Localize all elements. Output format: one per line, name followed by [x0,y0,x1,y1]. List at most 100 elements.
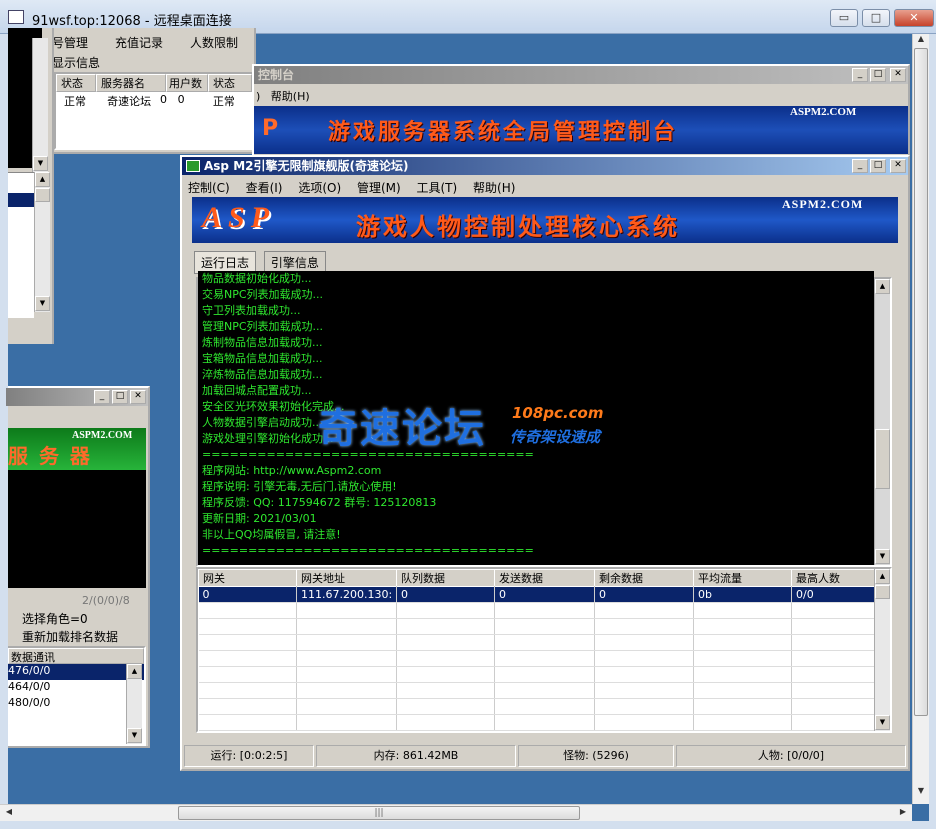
menu-help[interactable]: 帮助(H) [473,181,515,195]
selected-list-item[interactable] [8,193,34,207]
menu-manage[interactable]: 管理(M) [357,181,401,195]
scroll-down-arrow-icon[interactable]: ▼ [875,549,890,564]
show-info-label[interactable]: 显示信息 [52,54,100,71]
table-row[interactable]: 正常 奇速论坛 0 0 正常 [56,93,252,109]
brand-text: ASPM2.COM [790,106,857,118]
app-icon [186,160,200,172]
menu-control[interactable]: 控制(C) [188,181,230,195]
table-cell [396,618,495,635]
table-cell [791,698,875,715]
left-strip-scrollbar[interactable]: ▲ ▼ [34,172,50,312]
list-item[interactable]: 464/0/0 [8,680,144,696]
menu-item[interactable]: 人数限制 [190,34,238,51]
list-item[interactable]: 480/0/0 [8,696,144,712]
table-cell [693,618,792,635]
scroll-down-arrow-icon[interactable]: ▼ [914,786,928,795]
table-row[interactable] [198,618,875,635]
rdp-bottom-border [0,821,936,829]
comm-list[interactable]: 数据通讯 476/0/0 464/0/0 480/0/0 ▲ ▼ [8,646,146,746]
rdp-horizontal-scrollbar[interactable]: ◀ ||| ▶ [0,804,912,821]
table-row[interactable]: 0 111.67.200.130: 0 0 0 0b 0/0 [198,586,875,603]
left-list[interactable] [8,172,34,318]
table-cell [791,714,875,731]
menu-item[interactable]: 帮助(H) [271,90,310,103]
menu-item[interactable]: 充值记录 [115,34,163,51]
menu-view[interactable]: 查看(I) [246,181,283,195]
menu-tools[interactable]: 工具(T) [417,181,458,195]
table-row[interactable] [198,714,875,731]
scroll-up-arrow-icon[interactable]: ▲ [35,172,50,187]
table-row[interactable] [198,698,875,715]
column-header[interactable]: 最高人数 [791,569,875,587]
column-header[interactable]: 状态 [56,74,96,92]
scroll-down-arrow-icon[interactable]: ▼ [875,715,890,730]
scroll-thumb[interactable] [35,188,50,202]
column-header[interactable]: 队列数据 [396,569,495,587]
rdp-minimize-button[interactable]: ▭ [830,9,858,27]
menu-options[interactable]: 选项(O) [298,181,341,195]
column-header[interactable]: 网关 [198,569,297,587]
close-button[interactable]: ✕ [890,68,906,82]
column-header[interactable]: 数据通讯 [8,648,144,664]
table-cell [198,698,297,715]
minimize-button[interactable]: _ [852,159,868,173]
table-cell [494,618,595,635]
column-header[interactable]: 网关地址 [296,569,397,587]
console-title: 控制台 [258,68,295,82]
minimize-button[interactable]: _ [852,68,868,82]
scroll-down-arrow-icon[interactable]: ▼ [127,728,142,743]
list-item[interactable]: 476/0/0 [8,664,144,680]
log-line: 物品数据初始化成功... [202,272,312,285]
scroll-up-arrow-icon[interactable]: ▲ [875,279,890,294]
table-row[interactable] [198,666,875,683]
scroll-left-arrow-icon[interactable]: ◀ [2,807,16,816]
scroll-down-arrow-icon[interactable]: ▼ [33,156,48,171]
column-header[interactable]: 发送数据 [494,569,595,587]
maximize-button[interactable]: □ [870,159,886,173]
column-header[interactable]: 服务器名 [96,74,166,92]
table-cell [396,634,495,651]
table-cell [494,698,595,715]
table-cell [791,682,875,699]
column-header[interactable]: 平均流量 [693,569,792,587]
menu-item[interactable]: 号管理 [52,34,88,51]
scroll-down-arrow-icon[interactable]: ▼ [35,296,50,311]
scroll-thumb[interactable] [875,429,890,489]
scroll-up-arrow-icon[interactable]: ▲ [875,569,890,584]
server-list[interactable]: 状态 服务器名 用户数 状态 正常 奇速论坛 0 0 正常 [54,72,254,150]
scroll-right-arrow-icon[interactable]: ▶ [896,807,910,816]
rdp-vertical-scrollbar[interactable]: ▲ ▼ [912,34,929,804]
column-header[interactable]: 用户数 [166,74,208,92]
log-line: ==================================== [202,544,534,555]
cell: 正常 [212,95,235,108]
left-strip-top-scrollbar[interactable]: ▼ [32,38,48,172]
table-row[interactable] [198,650,875,667]
rdp-vertical-scroll-thumb[interactable] [914,48,928,716]
column-header[interactable]: 状态 [208,74,252,92]
maximize-button[interactable]: □ [112,390,128,404]
gateway-table-panel[interactable]: 网关 网关地址 队列数据 发送数据 剩余数据 平均流量 最高人数 0 111.67.200.1… [196,567,892,733]
rdp-horizontal-scroll-thumb[interactable]: ||| [178,806,580,820]
maximize-button[interactable]: □ [870,68,886,82]
close-button[interactable]: ✕ [130,390,146,404]
minimize-button[interactable]: _ [94,390,110,404]
table-row[interactable] [198,682,875,699]
log-line: 管理NPC列表加载成功... [202,320,324,333]
rdp-close-button[interactable]: ✕ [894,9,934,27]
scroll-thumb[interactable] [875,585,890,599]
reload-ranking-label[interactable]: 重新加载排名数据 [22,628,118,645]
banner-text: 游戏人物控制处理核心系统 [356,213,680,241]
rdp-maximize-button[interactable]: □ [862,9,890,27]
menu-item[interactable]: ) [256,90,260,103]
status-players: 人物: [0/0/0] [676,745,906,767]
scroll-up-arrow-icon[interactable]: ▲ [914,34,928,43]
table-row[interactable] [198,634,875,651]
comm-list-scrollbar[interactable]: ▲ ▼ [126,664,142,744]
gateway-table[interactable]: 网关 网关地址 队列数据 发送数据 剩余数据 平均流量 最高人数 0 111.67.200.1… [198,569,875,731]
scroll-up-arrow-icon[interactable]: ▲ [127,664,142,679]
column-header[interactable]: 剩余数据 [594,569,694,587]
close-button[interactable]: ✕ [890,159,906,173]
log-scrollbar[interactable]: ▲ ▼ [874,279,890,565]
table-scrollbar[interactable]: ▲ ▼ [874,569,890,731]
table-row[interactable] [198,602,875,619]
